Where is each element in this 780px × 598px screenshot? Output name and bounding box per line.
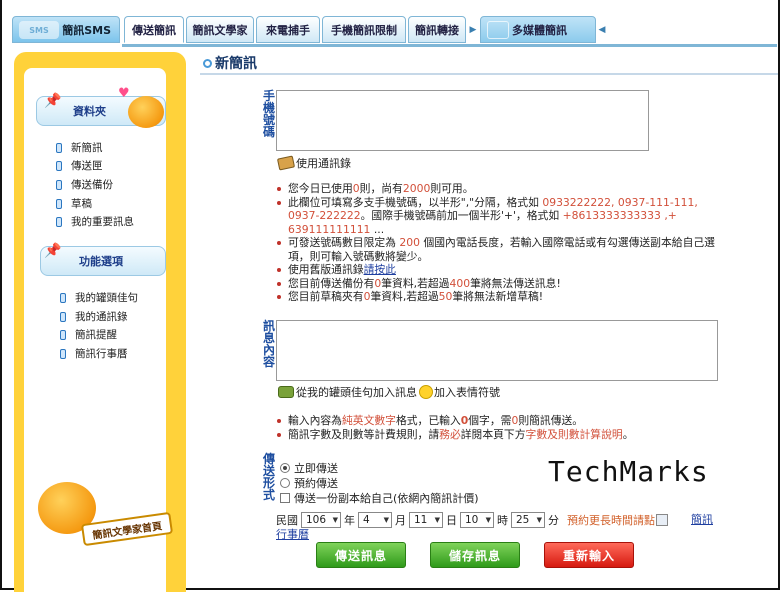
sidebar-item-label: 傳送備份 <box>71 179 113 191</box>
list-item: 您目前草稿夾有0筆資料,若超過50筆將無法新增草稿! <box>276 290 716 304</box>
list-item: 此欄位可填寫多支手機號碼，以半形","分隔，格式如 0933222222, 09… <box>276 196 716 237</box>
list-item: 可發送號碼數目限定為 200 個國內電話長度，若輸入國際電話或有勾選傳送副本給自… <box>276 236 716 263</box>
tab-call-catcher[interactable]: 來電捕手 <box>256 16 320 43</box>
tab-sms-forward[interactable]: 簡訊轉接 <box>408 16 466 43</box>
heart-icon: ♥ <box>118 86 130 101</box>
mms-logo-icon <box>487 21 509 39</box>
tab-sms-limit[interactable]: 手機簡訊限制 <box>322 16 406 43</box>
sidebar-item-label: 我的通訊錄 <box>75 311 128 323</box>
smiley-icon <box>419 385 433 399</box>
send-scheduled-radio[interactable]: 預約傳送 <box>280 475 338 491</box>
list-item: 使用舊版通訊錄請按此 <box>276 263 716 277</box>
sidebar-item-label: 我的重要訊息 <box>71 216 134 228</box>
message-content-input[interactable] <box>276 320 718 381</box>
tab-label: 來電捕手 <box>266 23 310 37</box>
radio-label: 預約傳送 <box>294 477 338 490</box>
tab-sms[interactable]: SMS 簡訊SMS <box>12 16 120 43</box>
tab-label: 簡訊文學家 <box>192 23 248 37</box>
sidebar-item-label: 草稿 <box>71 198 92 210</box>
list-item: 您目前傳送備份有0筆資料,若超過400筆將無法傳送訊息! <box>276 277 716 291</box>
tab-label: 傳送簡訊 <box>132 23 176 37</box>
sidebar-item-outbox[interactable]: 傳送匣 <box>56 158 103 173</box>
billing-rules-link[interactable]: 字數及則數計算說明 <box>526 428 623 441</box>
phone-icon <box>60 348 66 359</box>
watermark: TechMarks <box>548 455 709 488</box>
use-contacts-link[interactable]: 使用通訊錄 <box>276 155 351 171</box>
add-emoji-link[interactable]: 加入表情符號 <box>434 384 500 400</box>
sidebar-item-reminder[interactable]: 簡訊提醒 <box>60 327 117 342</box>
reset-button[interactable]: 重新輸入 <box>544 542 634 568</box>
send-copy-checkbox[interactable]: 傳送一份副本給自己(依網內簡訊計價) <box>280 490 479 506</box>
sidebar-item-drafts[interactable]: 草稿 <box>56 196 92 211</box>
tab-send-sms[interactable]: 傳送簡訊 <box>124 16 184 43</box>
folder-section-title: 資料夾 <box>73 105 106 118</box>
sidebar-item-label: 我的罐頭佳句 <box>75 292 138 304</box>
title-bullet-icon <box>203 58 212 68</box>
tab-sms-writer[interactable]: 簡訊文學家 <box>186 16 254 43</box>
phone-icon <box>60 311 66 322</box>
phone-icon <box>56 142 62 153</box>
old-contacts-link[interactable]: 請按此 <box>364 263 396 276</box>
tab-scroll-left-icon[interactable]: ◀ <box>597 16 607 43</box>
save-message-button[interactable]: 儲存訊息 <box>430 542 520 568</box>
sms-calendar-link[interactable]: 簡訊行事曆 <box>276 512 716 542</box>
radio-checked-icon <box>280 463 290 473</box>
phone-number-label: 手機號碼 <box>262 89 275 139</box>
page-title: 新簡訊 <box>203 53 257 73</box>
phone-icon <box>56 160 62 171</box>
sidebar-item-new-sms[interactable]: 新簡訊 <box>56 140 103 155</box>
tab-label: 手機簡訊限制 <box>331 23 397 37</box>
send-message-button[interactable]: 傳送訊息 <box>316 542 406 568</box>
list-item: 您今日已使用0則，尚有2000則可用。 <box>276 182 716 196</box>
tab-underline <box>122 44 777 47</box>
checkbox-label: 傳送一份副本給自己(依網內簡訊計價) <box>294 492 479 505</box>
phone-icon <box>60 292 66 303</box>
calendar-link-wrap: 簡訊行事曆 <box>276 512 721 544</box>
orange-mascot-icon <box>128 96 164 128</box>
pin-icon: 📌 <box>44 93 62 109</box>
tab-label: 簡訊轉接 <box>415 23 459 37</box>
pin-icon: 📌 <box>44 243 62 259</box>
sidebar-item-calendar[interactable]: 簡訊行事曆 <box>60 346 128 361</box>
tab-sms-label: 簡訊SMS <box>62 23 111 37</box>
list-item: 簡訊字數及則數等計費規則，請務必詳閱本頁下方字數及則數計算說明。 <box>276 428 716 442</box>
phone-icon <box>56 198 62 209</box>
message-actions: 從我的罐頭佳句加入訊息 加入表情符號 <box>278 384 500 400</box>
checkbox-icon <box>280 493 290 503</box>
message-info-list: 輸入內容為純英文數字格式，已輸入0個字，需0則簡訊傳送。 簡訊字數及則數等計費規… <box>276 414 716 441</box>
tab-mms-label: 多媒體簡訊 <box>512 23 567 37</box>
sidebar-item-label: 簡訊提醒 <box>75 329 117 341</box>
contacts-book-icon <box>276 155 296 171</box>
options-section-title: 功能選項 <box>79 255 123 268</box>
tab-scroll-right-icon[interactable]: ▶ <box>468 16 478 43</box>
list-item: 輸入內容為純英文數字格式，已輸入0個字，需0則簡訊傳送。 <box>276 414 716 428</box>
message-content-label: 訊息內容 <box>262 319 275 369</box>
sidebar-item-label: 簡訊行事曆 <box>75 348 128 360</box>
sidebar-item-sent-backup[interactable]: 傳送備份 <box>56 177 113 192</box>
radio-label: 立即傳送 <box>294 462 338 475</box>
phone-icon <box>56 179 62 190</box>
sidebar-item-label: 新簡訊 <box>71 142 103 154</box>
page-title-text: 新簡訊 <box>215 56 257 72</box>
send-type-label: 傳送形式 <box>262 452 275 502</box>
tab-mms[interactable]: 多媒體簡訊 <box>480 16 596 43</box>
sidebar-item-important[interactable]: 我的重要訊息 <box>56 214 134 229</box>
phone-icon <box>56 216 62 227</box>
sms-logo-icon: SMS <box>19 21 59 39</box>
phrase-can-icon <box>278 386 294 398</box>
title-divider <box>200 73 778 75</box>
send-now-radio[interactable]: 立即傳送 <box>280 460 338 476</box>
phone-icon <box>60 329 66 340</box>
phone-info-list: 您今日已使用0則，尚有2000則可用。 此欄位可填寫多支手機號碼，以半形","分… <box>276 182 716 304</box>
add-phrase-link[interactable]: 從我的罐頭佳句加入訊息 <box>296 384 417 400</box>
sidebar-item-label: 傳送匣 <box>71 160 103 172</box>
radio-icon <box>280 478 290 488</box>
sidebar-item-phrases[interactable]: 我的罐頭佳句 <box>60 290 138 305</box>
phone-number-input[interactable] <box>276 90 649 151</box>
use-contacts-label: 使用通訊錄 <box>296 157 351 170</box>
sidebar-item-contacts[interactable]: 我的通訊錄 <box>60 309 128 324</box>
